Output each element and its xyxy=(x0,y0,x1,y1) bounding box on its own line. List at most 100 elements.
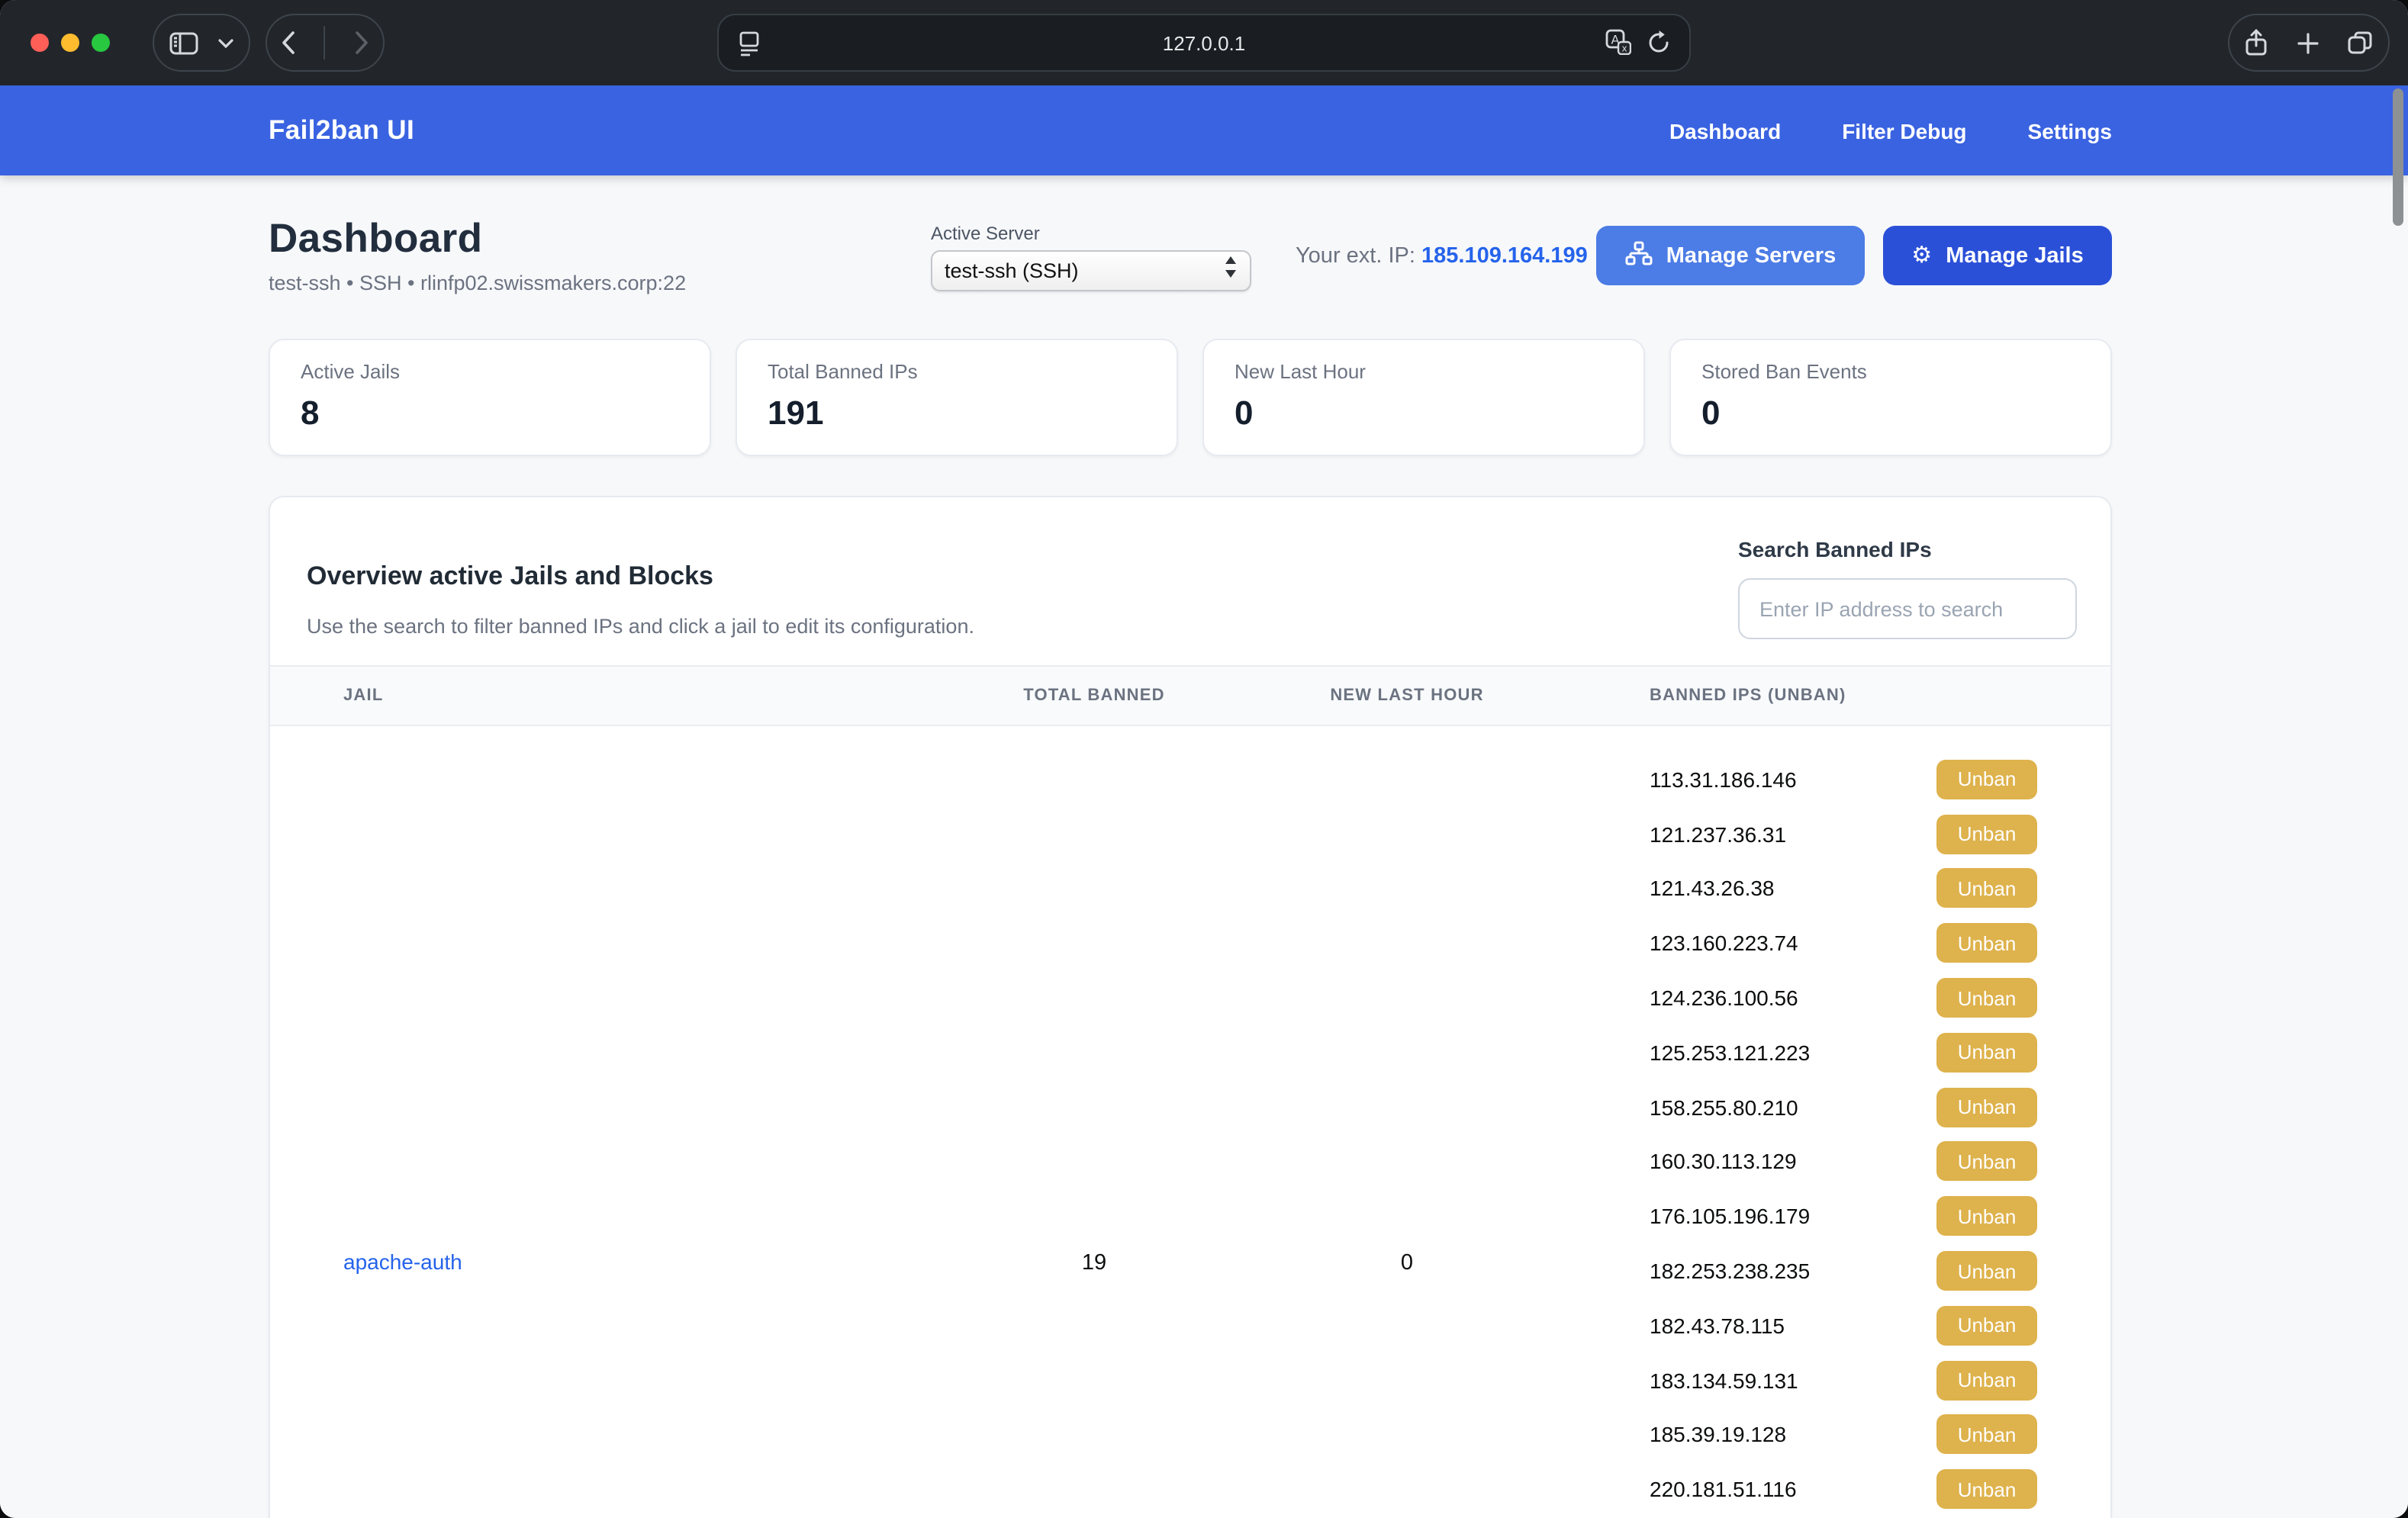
manage-jails-button[interactable]: ⚙︎ Manage Jails xyxy=(1883,226,2112,285)
stat-label: New Last Hour xyxy=(1235,360,1613,383)
page-content: Dashboard test-ssh • SSH • rlinfp02.swis… xyxy=(0,175,2408,1518)
manage-servers-label: Manage Servers xyxy=(1666,243,1836,268)
jail-link[interactable]: apache-auth xyxy=(343,1249,462,1273)
table-row: apache-auth 19 0 113.31.186.146Unban121.… xyxy=(270,726,2110,1518)
gear-icon: ⚙︎ xyxy=(1911,244,1932,267)
stat-value: 0 xyxy=(1235,394,1613,433)
new-tab-icon[interactable] xyxy=(2296,31,2319,54)
column-header-jail: JAIL xyxy=(270,687,942,705)
search-banned-ips-input[interactable] xyxy=(1738,578,2077,639)
tab-overview-icon[interactable] xyxy=(2347,31,2373,55)
unban-button[interactable]: Unban xyxy=(1936,978,2037,1018)
banned-ip-row: 182.253.238.235 Unban xyxy=(1650,1243,2037,1298)
back-button[interactable] xyxy=(281,31,296,55)
toolbar-actions-group xyxy=(2228,14,2390,72)
sidebar-icon xyxy=(169,31,198,54)
banned-ip: 160.30.113.129 xyxy=(1650,1150,1797,1174)
banned-ip: 121.237.36.31 xyxy=(1650,822,1786,846)
external-ip-label: Your ext. IP: xyxy=(1296,244,1415,269)
unban-button[interactable]: Unban xyxy=(1936,760,2037,799)
banned-ip-row: 176.105.196.179 Unban xyxy=(1650,1189,2037,1244)
table-header: JAIL TOTAL BANNED NEW LAST HOUR BANNED I… xyxy=(270,665,2110,726)
stat-value: 8 xyxy=(301,394,679,433)
nav-link-filter-debug[interactable]: Filter Debug xyxy=(1842,118,1966,143)
unban-button[interactable]: Unban xyxy=(1936,1142,2037,1182)
banned-ip: 220.181.51.116 xyxy=(1650,1478,1797,1502)
app-navbar: Fail2ban UI Dashboard Filter Debug Setting… xyxy=(0,85,2408,175)
unban-button[interactable]: Unban xyxy=(1936,1197,2037,1237)
stat-value: 0 xyxy=(1701,394,2080,433)
sidebar-toggle-button[interactable] xyxy=(153,14,250,72)
banned-ip: 176.105.196.179 xyxy=(1650,1204,1810,1229)
stat-label: Total Banned IPs xyxy=(768,360,1146,383)
unban-button[interactable]: Unban xyxy=(1936,1415,2037,1455)
history-nav-group xyxy=(266,14,385,72)
unban-button[interactable]: Unban xyxy=(1936,1306,2037,1346)
minimize-window-button[interactable] xyxy=(61,34,79,52)
stat-label: Active Jails xyxy=(301,360,679,383)
browser-toolbar: 127.0.0.1 A x xyxy=(0,0,2408,85)
manage-jails-label: Manage Jails xyxy=(1946,243,2084,268)
total-banned-value: 19 xyxy=(942,1250,1247,1275)
active-server-value: test-ssh (SSH) xyxy=(945,259,1224,282)
select-stepper-icon xyxy=(1224,255,1238,287)
stat-card-active-jails: Active Jails 8 xyxy=(269,339,711,456)
banned-ip-row: 113.31.186.146 Unban xyxy=(1650,752,2037,807)
unban-button[interactable]: Unban xyxy=(1936,1087,2037,1127)
nav-link-dashboard[interactable]: Dashboard xyxy=(1669,118,1781,143)
external-ip-link[interactable]: 185.109.164.199 xyxy=(1421,244,1588,269)
banned-ip-row: 121.43.26.38Unban xyxy=(1650,861,2037,916)
chevron-down-icon xyxy=(218,37,233,48)
active-server-select[interactable]: test-ssh (SSH) xyxy=(931,250,1251,291)
stat-value: 191 xyxy=(768,394,1146,433)
unban-button[interactable]: Unban xyxy=(1936,1033,2037,1073)
banned-ip: 158.255.80.210 xyxy=(1650,1095,1798,1119)
close-window-button[interactable] xyxy=(31,34,49,52)
app-brand: Fail2ban UI xyxy=(269,114,414,146)
banned-ip-row: 125.253.121.223Unban xyxy=(1650,1025,2037,1080)
page-scrollbar[interactable] xyxy=(2393,88,2403,226)
column-header-banned-ips: BANNED IPS (UNBAN) xyxy=(1567,687,2110,705)
column-header-new-last-hour: NEW LAST HOUR xyxy=(1247,687,1567,705)
unban-button[interactable]: Unban xyxy=(1936,1251,2037,1291)
banned-ip-row: 124.236.100.56 Unban xyxy=(1650,970,2037,1025)
unban-button[interactable]: Unban xyxy=(1936,1470,2037,1510)
unban-button[interactable]: Unban xyxy=(1936,869,2037,909)
unban-button[interactable]: Unban xyxy=(1936,1360,2037,1400)
banned-ip: 124.236.100.56 xyxy=(1650,986,1798,1010)
nav-links: Dashboard Filter Debug Settings xyxy=(1669,118,2112,143)
nav-link-settings[interactable]: Settings xyxy=(2028,118,2112,143)
address-bar[interactable]: 127.0.0.1 A x xyxy=(717,14,1691,72)
forward-button[interactable] xyxy=(354,31,369,55)
manage-servers-button[interactable]: Manage Servers xyxy=(1596,226,1865,285)
zoom-window-button[interactable] xyxy=(92,34,110,52)
banned-ip-row: 121.237.36.31 Unban xyxy=(1650,807,2037,862)
unban-button[interactable]: Unban xyxy=(1936,924,2037,963)
stat-card-new-last-hour: New Last Hour 0 xyxy=(1202,339,1645,456)
column-header-total-banned: TOTAL BANNED xyxy=(942,687,1247,705)
stat-label: Stored Ban Events xyxy=(1701,360,2080,383)
reload-icon[interactable] xyxy=(1647,30,1671,54)
stats-row: Active Jails 8 Total Banned IPs 191 New Last… xyxy=(269,339,2112,456)
banned-ip-row: 123.160.223.74Unban xyxy=(1650,916,2037,971)
translate-icon[interactable]: A x xyxy=(1605,29,1631,55)
overview-subtitle: Use the search to filter banned IPs and … xyxy=(307,615,974,638)
sitemap-icon xyxy=(1625,240,1653,271)
banned-ip-list: 113.31.186.146Unban121.237.36.31Unban121… xyxy=(1567,726,2110,1518)
banned-ip: 182.253.238.235 xyxy=(1650,1259,1810,1283)
banned-ip-row: 158.255.80.210 Unban xyxy=(1650,1080,2037,1135)
share-icon[interactable] xyxy=(2245,29,2268,56)
banned-ip-row: 160.30.113.129 Unban xyxy=(1650,1134,2037,1189)
browser-window: 127.0.0.1 A x xyxy=(0,0,2408,1518)
stat-card-stored-ban-events: Stored Ban Events 0 xyxy=(1669,339,2112,456)
banned-ip-row: 185.39.19.128 Unban xyxy=(1650,1407,2037,1462)
unban-button[interactable]: Unban xyxy=(1936,814,2037,854)
banned-ip: 182.43.78.115 xyxy=(1650,1314,1785,1338)
stat-card-total-banned-ips: Total Banned IPs 191 xyxy=(736,339,1178,456)
banned-ip-row: 220.181.51.116 Unban xyxy=(1650,1462,2037,1517)
svg-text:x: x xyxy=(1621,43,1627,54)
search-banned-ips-label: Search Banned IPs xyxy=(1738,537,1932,561)
external-ip: Your ext. IP: 185.109.164.199 xyxy=(1296,244,1588,269)
banned-ip: 185.39.19.128 xyxy=(1650,1423,1786,1447)
banned-ip: 113.31.186.146 xyxy=(1650,767,1797,792)
